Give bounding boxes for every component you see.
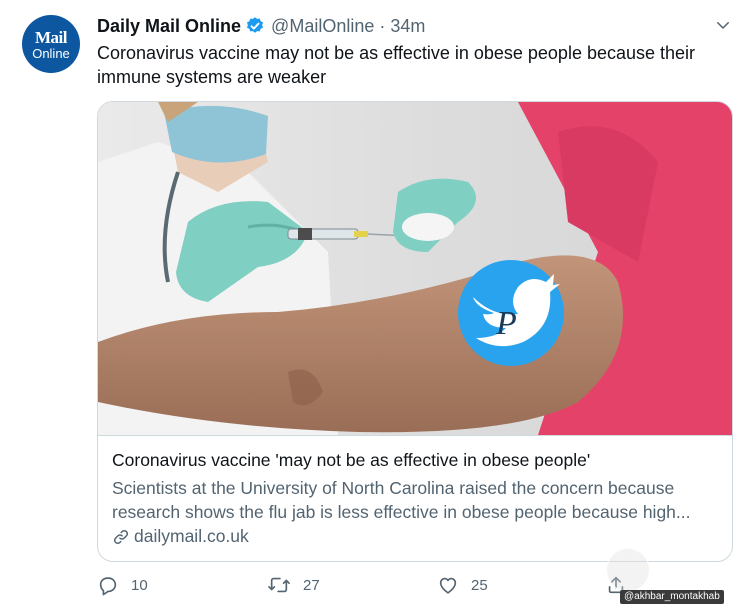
card-image[interactable]: P bbox=[98, 102, 732, 435]
twitter-bird-overlay-icon: P bbox=[458, 260, 564, 366]
like-button[interactable]: 25 bbox=[437, 574, 488, 596]
link-card[interactable]: P Coronavirus vaccine 'may not be as eff… bbox=[97, 101, 733, 562]
display-name[interactable]: Daily Mail Online bbox=[97, 16, 241, 37]
avatar-line2: Online bbox=[32, 45, 70, 61]
watermark-tag: @akhbar_montakhab bbox=[620, 590, 724, 604]
reply-icon bbox=[97, 574, 119, 596]
like-count: 25 bbox=[471, 576, 488, 594]
avatar[interactable]: Mail Online bbox=[22, 15, 80, 73]
handle[interactable]: @MailOnline bbox=[271, 16, 374, 37]
separator-dot: · bbox=[379, 15, 386, 36]
like-icon bbox=[437, 574, 459, 596]
card-title[interactable]: Coronavirus vaccine 'may not be as effec… bbox=[112, 450, 590, 471]
card-divider bbox=[98, 435, 732, 436]
retweet-count: 27 bbox=[303, 576, 320, 594]
tweet[interactable]: Mail Online Daily Mail Online @MailOnlin… bbox=[0, 0, 754, 615]
card-description: Scientists at the University of North Ca… bbox=[112, 476, 720, 524]
avatar-line1: Mail bbox=[35, 27, 68, 47]
reply-button[interactable]: 10 bbox=[97, 574, 148, 596]
svg-text:P: P bbox=[495, 305, 517, 342]
retweet-button[interactable]: 27 bbox=[267, 574, 320, 596]
tweet-text: Coronavirus vaccine may not be as effect… bbox=[97, 43, 696, 87]
card-description-line1: Scientists at the University of North Ca… bbox=[112, 478, 675, 498]
watermark-logo bbox=[606, 548, 650, 592]
card-domain-text: dailymail.co.uk bbox=[134, 526, 249, 546]
card-description-line2: research shows the flu jab is less effec… bbox=[112, 502, 691, 522]
verified-badge-icon bbox=[245, 16, 265, 36]
chevron-down-icon[interactable] bbox=[712, 14, 734, 36]
retweet-icon bbox=[267, 574, 291, 596]
watermark: @akhbar_montakhab bbox=[604, 548, 724, 604]
link-icon bbox=[112, 528, 130, 546]
tweet-header: Daily Mail Online @MailOnline · 34m bbox=[97, 14, 425, 38]
reply-count: 10 bbox=[131, 576, 148, 594]
card-domain[interactable]: dailymail.co.uk bbox=[112, 526, 249, 547]
timestamp[interactable]: 34m bbox=[390, 16, 425, 37]
